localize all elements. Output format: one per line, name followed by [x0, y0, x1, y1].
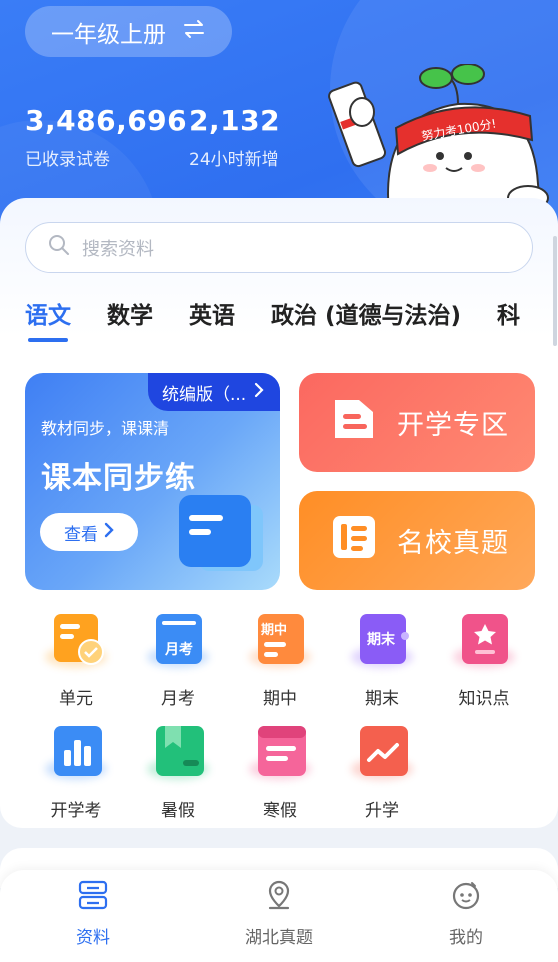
edition-selector[interactable]: 统编版（... [148, 373, 280, 411]
svg-text:月考: 月考 [164, 641, 193, 658]
subject-tabs: 语文 数学 英语 政治 (道德与法治) 科 [25, 296, 558, 356]
tab-politics[interactable]: 政治 (道德与法治) [271, 296, 461, 350]
scrollbar[interactable] [553, 236, 557, 346]
documents-icon [78, 880, 108, 915]
trend-up-icon [360, 726, 408, 776]
category-monthly-exam[interactable]: 月考 月考 [127, 612, 229, 712]
chevron-right-icon [104, 522, 114, 543]
category-winter-vacation[interactable]: 寒假 [229, 724, 331, 824]
unit-icon [54, 614, 104, 665]
monthly-exam-icon: 月考 [156, 614, 202, 664]
profile-icon [451, 880, 481, 915]
category-label: 升学 [365, 801, 399, 821]
top-school-exams-button[interactable]: 名校真题 [299, 491, 535, 590]
category-label: 寒假 [263, 801, 297, 821]
svg-text:期中: 期中 [261, 622, 287, 638]
textbook-sync-banner[interactable]: 统编版（... 教材同步，课课清 课本同步练 查看 [25, 373, 280, 590]
category-promotion[interactable]: 升学 [331, 724, 433, 824]
category-label: 期末 [365, 689, 399, 709]
svg-text:期末: 期末 [367, 631, 396, 648]
category-summer-vacation[interactable]: 暑假 [127, 724, 229, 824]
category-midterm[interactable]: 期中 期中 [229, 612, 331, 712]
nav-label: 我的 [449, 928, 483, 948]
tab-chinese[interactable]: 语文 [25, 296, 71, 350]
folder-icon [329, 394, 379, 451]
chevron-right-icon [254, 382, 264, 403]
school-start-zone-label: 开学专区 [397, 410, 509, 441]
bottom-navigation: 资料 湖北真题 我的 [0, 870, 558, 962]
stat-new-value: 2,132 [189, 104, 281, 137]
view-button-label: 查看 [64, 524, 98, 545]
tab-science[interactable]: 科 [497, 296, 520, 350]
grade-selector-button[interactable]: 一年级上册 [25, 6, 232, 57]
edition-label: 统编版（... [162, 384, 247, 405]
category-label: 期中 [263, 689, 297, 709]
search-placeholder: 搜索资料 [82, 238, 154, 260]
category-label: 单元 [59, 689, 93, 709]
category-label: 开学考 [50, 801, 102, 821]
stat-new: 2,132 24小时新增 [189, 104, 280, 170]
active-tab-indicator [28, 338, 68, 342]
midterm-icon: 期中 [258, 614, 304, 664]
category-label: 知识点 [458, 689, 510, 709]
nav-hubei-exams[interactable]: 湖北真题 [219, 880, 339, 948]
category-final-exam[interactable]: 期末 期末 [331, 612, 433, 712]
banner-title: 课本同步练 [41, 461, 196, 496]
bookmark-icon [156, 726, 204, 776]
location-icon [264, 880, 294, 915]
star-icon [462, 614, 508, 664]
category-unit[interactable]: 单元 [25, 612, 127, 712]
grade-label: 一年级上册 [51, 21, 166, 48]
stat-papers-value: 3,486,696 [25, 104, 188, 137]
category-entrance-test[interactable]: 开学考 [25, 724, 127, 824]
nav-materials[interactable]: 资料 [33, 880, 153, 948]
stat-new-label: 24小时新增 [189, 150, 279, 170]
category-knowledge-points[interactable]: 知识点 [433, 612, 535, 712]
calendar-icon [258, 726, 306, 776]
switch-icon [182, 19, 206, 45]
search-input[interactable]: 搜索资料 [25, 222, 533, 273]
tab-math[interactable]: 数学 [107, 296, 153, 350]
view-button[interactable]: 查看 [40, 513, 138, 551]
nav-label: 资料 [76, 928, 110, 948]
nav-profile[interactable]: 我的 [406, 880, 526, 948]
top-school-exams-label: 名校真题 [397, 528, 509, 559]
category-label: 暑假 [161, 801, 195, 821]
category-label: 月考 [161, 689, 195, 709]
final-exam-icon: 期末 [360, 614, 409, 664]
tab-english[interactable]: 英语 [189, 296, 235, 350]
book-icon [175, 491, 271, 579]
stat-papers-label: 已收录试卷 [25, 150, 110, 170]
nav-label: 湖北真题 [245, 928, 313, 948]
notebook-icon [329, 512, 379, 569]
search-icon [48, 234, 70, 261]
banner-subtitle: 教材同步，课课清 [41, 419, 170, 438]
stat-papers: 3,486,696 已收录试卷 [25, 104, 187, 170]
bar-chart-icon [54, 726, 102, 776]
school-start-zone-button[interactable]: 开学专区 [299, 373, 535, 472]
